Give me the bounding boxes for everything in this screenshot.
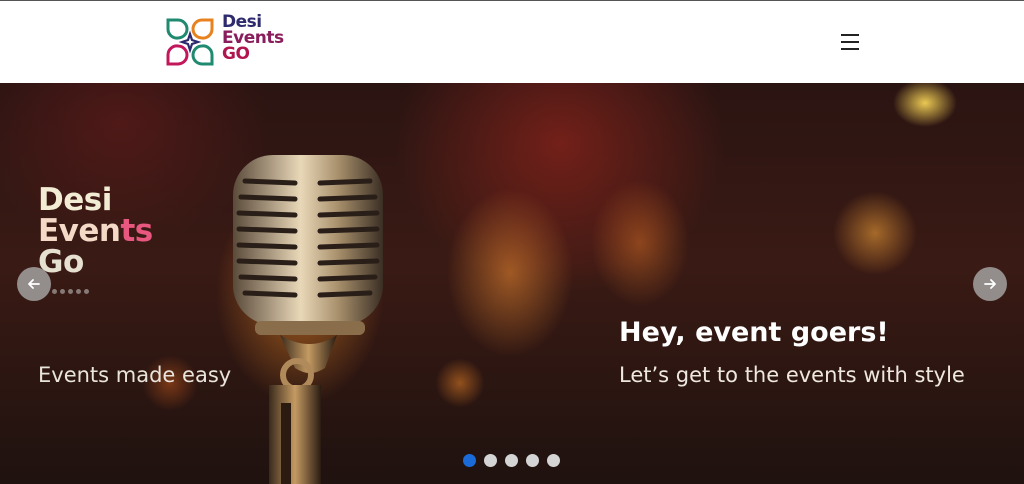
carousel-dot-3[interactable] (505, 454, 518, 467)
site-header: Desi Events GO (0, 0, 1024, 83)
hamburger-menu-button[interactable] (836, 29, 864, 55)
carousel-prev-button[interactable] (17, 267, 51, 301)
site-logo[interactable]: Desi Events GO (164, 14, 304, 70)
hero-tagline: Events made easy (38, 363, 232, 387)
hero-logo-line-2: Events (38, 213, 153, 249)
hero-brand-logo: Desi Events Go (38, 185, 153, 278)
logo-mark-icon (166, 18, 214, 66)
hero-logo-line-1: Desi (38, 182, 112, 218)
carousel-dot-1[interactable] (463, 454, 476, 467)
hero-logo-line-3: Go (38, 244, 84, 280)
carousel-dot-4[interactable] (526, 454, 539, 467)
carousel-dot-5[interactable] (547, 454, 560, 467)
logo-line-3: GO (222, 44, 250, 64)
hero-carousel: Desi Events Go Events made easy Hey, eve… (0, 83, 1024, 484)
carousel-indicators (463, 454, 560, 467)
logo-wordmark: Desi Events GO (222, 14, 284, 64)
carousel-dot-2[interactable] (484, 454, 497, 467)
microphone-image (233, 155, 383, 484)
hero-decorative-dots (52, 289, 89, 294)
hero-caption-title: Hey, event goers! (619, 317, 889, 348)
hamburger-menu-icon (841, 34, 859, 36)
arrow-left-icon (28, 279, 40, 289)
carousel-next-button[interactable] (973, 267, 1007, 301)
hero-caption-subtitle: Let’s get to the events with style (619, 363, 965, 387)
arrow-right-icon (984, 279, 996, 289)
